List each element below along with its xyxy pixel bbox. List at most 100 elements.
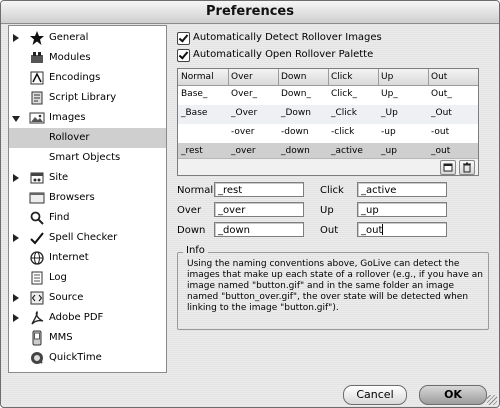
sidebar-item-adobe-pdf[interactable]: Adobe PDF [9,308,166,328]
table-cell: _Click [331,108,357,118]
sidebar-item-label: Internet [49,252,89,263]
info-text: Using the naming conventions above, GoLi… [187,259,483,313]
disclosure-triangle-icon[interactable] [12,116,20,122]
sidebar-item-label: Script Library [49,92,117,103]
out-field-value: _out [361,225,383,236]
normal-label: Normal [177,185,214,196]
auto-open-checkbox[interactable] [177,49,190,62]
over-field[interactable]: _over [214,202,304,217]
sidebar-item-label: Find [49,212,70,223]
table-row[interactable]: -over -down -click -up -out [178,124,478,143]
sidebar-item-label: Browsers [49,192,95,203]
table-cell: Click_ [331,89,357,99]
disclosure-triangle-icon[interactable] [13,34,19,42]
table-cell: _Base [181,108,208,118]
sidebar-item-site[interactable]: Site [9,168,166,188]
sidebar-item-spell-checker[interactable]: Spell Checker [9,228,166,248]
delete-button[interactable] [459,160,475,175]
column-header-over[interactable]: Over [231,72,253,82]
table-cell: _down [281,146,310,156]
cancel-button[interactable]: Cancel [343,385,407,405]
window-title: Preferences [206,4,294,19]
sidebar-item-label: Encodings [49,72,101,83]
modules-icon [29,50,45,66]
sidebar-item-mms[interactable]: MMS [9,328,166,348]
down-label: Down [177,225,206,236]
sidebar-item-label: Adobe PDF [49,312,104,323]
resize-grip[interactable] [487,395,497,405]
disclosure-triangle-icon[interactable] [13,174,19,182]
column-header-up[interactable]: Up [381,72,393,82]
ok-button[interactable]: OK [419,385,487,405]
auto-detect-checkbox[interactable] [177,32,190,45]
mms-icon [29,330,45,346]
site-icon [29,170,45,186]
normal-field[interactable]: _rest [214,182,304,197]
sidebar-item-log[interactable]: Log [9,268,166,288]
out-field[interactable]: _out [357,222,447,237]
sidebar-item-label: Modules [49,52,91,63]
column-header-out[interactable]: Out [431,72,447,82]
table-cell: Over_ [231,89,258,99]
column-header-down[interactable]: Down [281,72,307,82]
sidebar-item-internet[interactable]: Internet [9,248,166,268]
sidebar-item-label: Spell Checker [49,232,118,243]
click-label: Click [320,185,344,196]
up-label: Up [320,205,334,216]
table-cell: -out [431,127,450,137]
sidebar-item-script-library[interactable]: Script Library [9,88,166,108]
new-item-icon [443,163,453,172]
table-cell: _active [331,146,363,156]
sidebar-item-images[interactable]: Images [9,108,166,128]
sidebar-item-label: QuickTime [49,352,102,363]
find-icon [29,210,45,226]
sidebar-item-rollover[interactable]: Rollover [9,128,166,148]
down-field[interactable]: _down [214,222,304,237]
sidebar-item-general[interactable]: General [9,28,166,48]
sidebar-item-label: MMS [49,332,73,343]
preferences-sidebar: General Modules Encodings Script Library [8,25,167,373]
table-row[interactable]: Base_ Over_ Down_ Click_ Up_ Out_ [178,86,478,105]
sidebar-item-label: Log [49,272,67,283]
table-cell: Base_ [181,89,208,99]
log-icon [29,270,45,286]
sidebar-item-label: Site [49,172,69,183]
click-field[interactable]: _active [357,182,447,197]
column-header-normal[interactable]: Normal [181,72,214,82]
text-caret [382,224,384,235]
table-cell: -up [381,127,396,137]
table-toolbar [178,158,478,175]
new-item-button[interactable] [440,160,456,175]
table-cell: _out [431,146,451,156]
sidebar-item-modules[interactable]: Modules [9,48,166,68]
spell-checker-icon [29,230,45,246]
encodings-icon [29,70,45,86]
table-cell: _Over [231,108,258,118]
table-row[interactable]: _Base _Over _Down _Click _Up _Out [178,105,478,124]
up-field[interactable]: _up [357,202,447,217]
adobe-pdf-icon [29,310,45,326]
table-cell: -over [231,127,255,137]
disclosure-triangle-icon[interactable] [13,294,19,302]
sidebar-item-find[interactable]: Find [9,208,166,228]
table-cell: _Down [281,108,312,118]
disclosure-triangle-icon[interactable] [13,234,19,242]
title-bar[interactable]: Preferences [1,1,499,24]
column-header-click[interactable]: Click [331,72,352,82]
table-cell: -click [331,127,355,137]
sidebar-item-quicktime[interactable]: QuickTime [9,348,166,368]
table-cell: _Out [431,108,452,118]
source-icon [29,290,45,306]
table-cell: _over [231,146,256,156]
images-icon [29,110,45,126]
disclosure-triangle-icon[interactable] [13,314,19,322]
auto-open-label: Automatically Open Rollover Palette [193,49,374,60]
sidebar-item-browsers[interactable]: Browsers [9,188,166,208]
sidebar-item-smart-objects[interactable]: Smart Objects [9,148,166,168]
sidebar-item-source[interactable]: Source [9,288,166,308]
info-title: Info [183,245,208,256]
sidebar-item-encodings[interactable]: Encodings [9,68,166,88]
rollover-naming-table: Normal Over Down Click Up Out Base_ Over… [177,68,479,176]
sidebar-item-label: Rollover [49,132,90,143]
over-label: Over [177,205,202,216]
